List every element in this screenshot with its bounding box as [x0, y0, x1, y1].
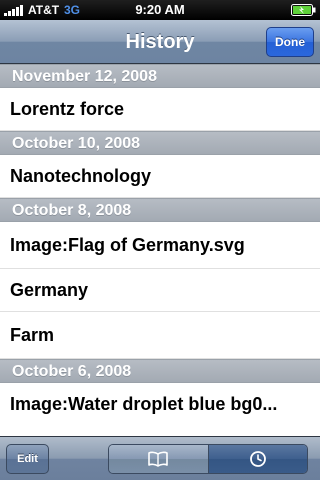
history-segment[interactable] [207, 445, 307, 473]
clock-icon [249, 451, 266, 467]
status-time: 9:20 AM [135, 2, 185, 17]
history-item[interactable]: Image:Water droplet blue bg0... [0, 383, 320, 426]
section-header: October 6, 2008 [0, 359, 320, 383]
section-header: November 12, 2008 [0, 64, 320, 88]
bookmarks-segment[interactable] [109, 445, 208, 473]
bottom-toolbar: Edit [0, 436, 320, 480]
section-header: October 8, 2008 [0, 198, 320, 222]
history-item[interactable]: Image:Flag of Germany.svg [0, 222, 320, 269]
navigation-bar: History Done [0, 20, 320, 64]
done-button[interactable]: Done [266, 27, 314, 57]
page-title: History [125, 31, 195, 53]
history-item[interactable]: Farm [0, 312, 320, 359]
history-item[interactable]: Lorentz force [0, 88, 320, 131]
edit-button[interactable]: Edit [6, 444, 49, 474]
book-icon [148, 451, 169, 467]
view-segmented-control[interactable] [108, 444, 308, 474]
battery-charging-icon [291, 4, 316, 16]
history-list[interactable]: November 12, 2008 Lorentz force October … [0, 64, 320, 436]
section-header: October 10, 2008 [0, 131, 320, 155]
status-bar: AT&T 3G 9:20 AM [0, 0, 320, 20]
history-item[interactable]: Nanotechnology [0, 155, 320, 198]
history-item[interactable]: Germany [0, 269, 320, 312]
